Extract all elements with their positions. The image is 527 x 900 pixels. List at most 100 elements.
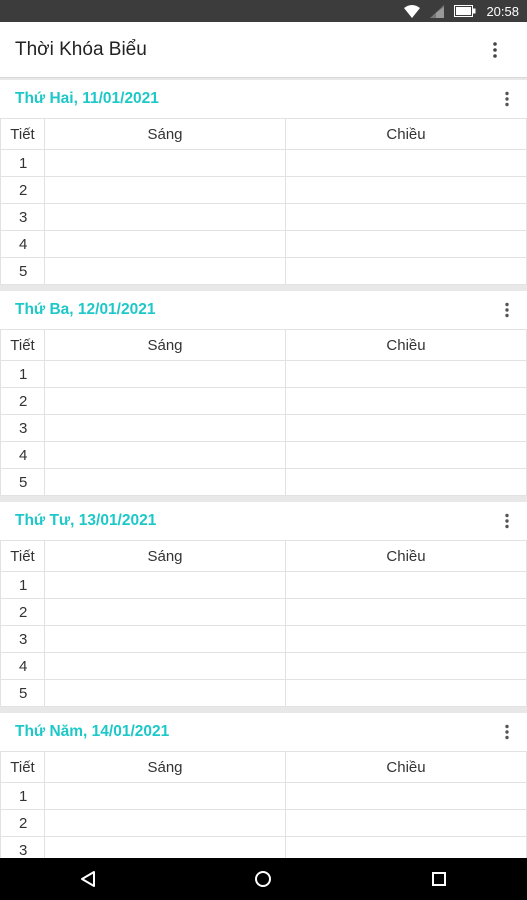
day-menu-button[interactable] xyxy=(495,298,519,322)
day-menu-button[interactable] xyxy=(495,87,519,111)
period-number: 5 xyxy=(0,257,45,285)
afternoon-cell[interactable] xyxy=(285,360,527,388)
afternoon-cell[interactable] xyxy=(285,652,527,680)
navigation-bar xyxy=(0,858,527,900)
day-card: Thứ Ba, 12/01/2021 Tiết Sáng Chiều 1 2 3 4 5 xyxy=(0,291,527,496)
table-row: 2 xyxy=(0,387,527,415)
morning-cell[interactable] xyxy=(44,203,286,231)
period-number: 2 xyxy=(0,809,45,837)
morning-cell[interactable] xyxy=(44,230,286,258)
column-header-afternoon: Chiều xyxy=(285,540,527,572)
period-number: 5 xyxy=(0,679,45,707)
period-number: 3 xyxy=(0,836,45,858)
recents-button[interactable] xyxy=(409,858,469,900)
battery-icon xyxy=(454,5,476,17)
back-button[interactable] xyxy=(58,858,118,900)
afternoon-cell[interactable] xyxy=(285,836,527,858)
morning-cell[interactable] xyxy=(44,625,286,653)
afternoon-cell[interactable] xyxy=(285,468,527,496)
morning-cell[interactable] xyxy=(44,598,286,626)
period-number: 2 xyxy=(0,387,45,415)
afternoon-cell[interactable] xyxy=(285,414,527,442)
home-button[interactable] xyxy=(233,858,293,900)
timetable-table: Tiết Sáng Chiều 1 2 3 4 5 xyxy=(0,329,527,496)
table-row: 4 xyxy=(0,230,527,258)
period-number: 1 xyxy=(0,782,45,810)
day-menu-button[interactable] xyxy=(495,720,519,744)
day-card: Thứ Hai, 11/01/2021 Tiết Sáng Chiều 1 2 3 4 5 xyxy=(0,80,527,285)
morning-cell[interactable] xyxy=(44,414,286,442)
afternoon-cell[interactable] xyxy=(285,782,527,810)
column-header-period: Tiết xyxy=(0,751,45,783)
table-row: 3 xyxy=(0,625,527,653)
afternoon-cell[interactable] xyxy=(285,598,527,626)
status-time: 20:58 xyxy=(486,3,519,19)
morning-cell[interactable] xyxy=(44,836,286,858)
table-row: 5 xyxy=(0,257,527,285)
period-number: 4 xyxy=(0,441,45,469)
app-title: Thời Khóa Biểu xyxy=(15,38,147,60)
column-header-afternoon: Chiều xyxy=(285,329,527,361)
afternoon-cell[interactable] xyxy=(285,571,527,599)
period-number: 1 xyxy=(0,149,45,177)
day-title: Thứ Hai, 11/01/2021 xyxy=(15,90,159,107)
table-row: 4 xyxy=(0,652,527,680)
column-header-period: Tiết xyxy=(0,329,45,361)
period-number: 3 xyxy=(0,625,45,653)
morning-cell[interactable] xyxy=(44,571,286,599)
afternoon-cell[interactable] xyxy=(285,176,527,204)
app-overflow-menu-button[interactable] xyxy=(475,30,515,70)
day-card: Thứ Tư, 13/01/2021 Tiết Sáng Chiều 1 2 3 4 5 xyxy=(0,502,527,707)
table-row: 2 xyxy=(0,809,527,837)
morning-cell[interactable] xyxy=(44,176,286,204)
table-row: 1 xyxy=(0,571,527,599)
table-row: 2 xyxy=(0,176,527,204)
table-row: 4 xyxy=(0,441,527,469)
afternoon-cell[interactable] xyxy=(285,387,527,415)
period-number: 4 xyxy=(0,652,45,680)
afternoon-cell[interactable] xyxy=(285,809,527,837)
morning-cell[interactable] xyxy=(44,387,286,415)
morning-cell[interactable] xyxy=(44,441,286,469)
table-header-row: Tiết Sáng Chiều xyxy=(0,329,527,361)
table-row: 3 xyxy=(0,836,527,858)
afternoon-cell[interactable] xyxy=(285,149,527,177)
table-row: 1 xyxy=(0,360,527,388)
day-header: Thứ Hai, 11/01/2021 xyxy=(0,80,527,118)
period-number: 2 xyxy=(0,176,45,204)
back-icon xyxy=(80,871,95,887)
table-row: 1 xyxy=(0,782,527,810)
column-header-morning: Sáng xyxy=(44,118,286,150)
table-row: 3 xyxy=(0,203,527,231)
afternoon-cell[interactable] xyxy=(285,679,527,707)
morning-cell[interactable] xyxy=(44,257,286,285)
status-bar: 20:58 xyxy=(0,0,527,22)
more-vert-icon xyxy=(493,41,497,58)
morning-cell[interactable] xyxy=(44,360,286,388)
morning-cell[interactable] xyxy=(44,468,286,496)
table-header-row: Tiết Sáng Chiều xyxy=(0,751,527,783)
morning-cell[interactable] xyxy=(44,149,286,177)
more-vert-icon xyxy=(505,302,509,318)
afternoon-cell[interactable] xyxy=(285,625,527,653)
column-header-period: Tiết xyxy=(0,118,45,150)
timetable-table: Tiết Sáng Chiều 1 2 3 4 5 xyxy=(0,118,527,285)
afternoon-cell[interactable] xyxy=(285,257,527,285)
home-icon xyxy=(255,871,272,887)
morning-cell[interactable] xyxy=(44,809,286,837)
morning-cell[interactable] xyxy=(44,782,286,810)
column-header-afternoon: Chiều xyxy=(285,751,527,783)
table-row: 5 xyxy=(0,468,527,496)
day-title: Thứ Tư, 13/01/2021 xyxy=(15,512,157,529)
timetable-list[interactable]: Thứ Hai, 11/01/2021 Tiết Sáng Chiều 1 2 3 4 5 Thứ… xyxy=(0,80,527,858)
column-header-period: Tiết xyxy=(0,540,45,572)
day-menu-button[interactable] xyxy=(495,509,519,533)
afternoon-cell[interactable] xyxy=(285,441,527,469)
column-header-morning: Sáng xyxy=(44,751,286,783)
table-header-row: Tiết Sáng Chiều xyxy=(0,118,527,150)
period-number: 3 xyxy=(0,414,45,442)
morning-cell[interactable] xyxy=(44,679,286,707)
morning-cell[interactable] xyxy=(44,652,286,680)
afternoon-cell[interactable] xyxy=(285,203,527,231)
afternoon-cell[interactable] xyxy=(285,230,527,258)
